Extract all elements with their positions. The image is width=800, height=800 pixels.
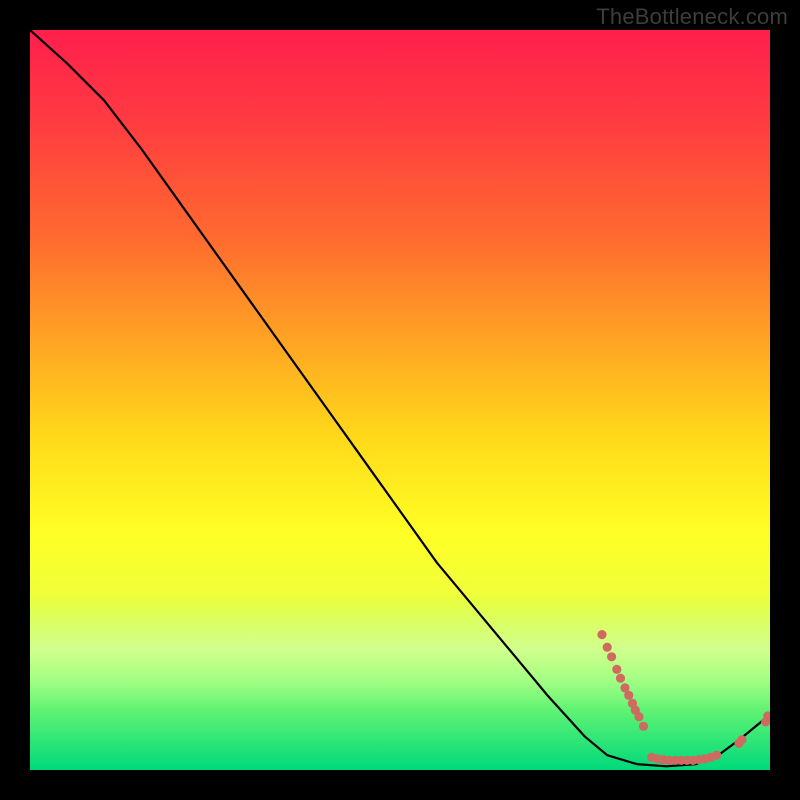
data-point-marker <box>639 722 648 731</box>
watermark-text: TheBottleneck.com <box>596 4 788 30</box>
chart-svg <box>30 30 770 770</box>
data-point-marker <box>612 665 621 674</box>
data-point-marker <box>634 712 643 721</box>
data-point-marker <box>616 674 625 683</box>
data-point-marker <box>603 643 612 652</box>
bottleneck-curve <box>30 30 770 766</box>
data-point-marker <box>712 751 721 760</box>
chart-frame: TheBottleneck.com <box>0 0 800 800</box>
curve-markers <box>597 630 770 765</box>
plot-area <box>30 30 770 770</box>
data-point-marker <box>737 735 746 744</box>
data-point-marker <box>607 652 616 661</box>
data-point-marker <box>624 691 633 700</box>
data-point-marker <box>597 630 606 639</box>
